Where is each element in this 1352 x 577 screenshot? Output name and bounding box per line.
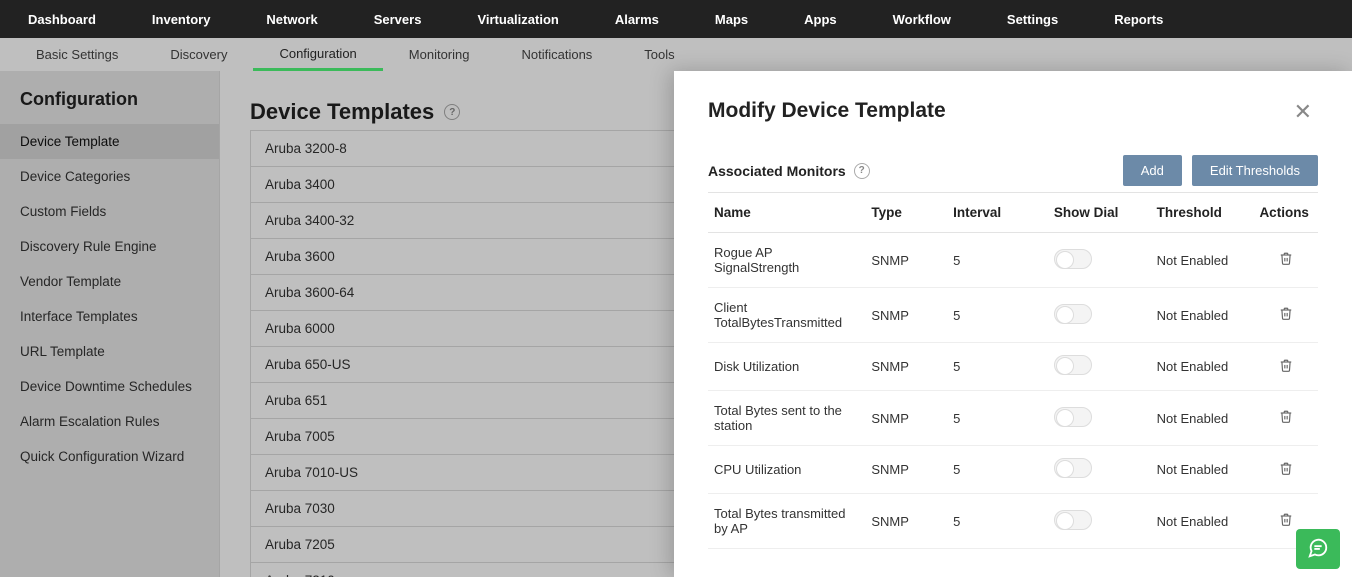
nav-reports[interactable]: Reports [1086,0,1191,38]
sidebar-item-discovery-rule-engine[interactable]: Discovery Rule Engine [0,229,219,264]
section-title-text: Associated Monitors [708,163,846,179]
associated-monitors-header: Associated Monitors ? Add Edit Threshold… [708,155,1318,186]
monitor-threshold: Not Enabled [1151,288,1254,343]
col-type: Type [865,193,947,233]
monitors-table: Name Type Interval Show Dial Threshold A… [708,192,1318,549]
sidebar-item-custom-fields[interactable]: Custom Fields [0,194,219,229]
subnav-notifications[interactable]: Notifications [495,38,618,71]
modify-device-template-panel: Modify Device Template ✕ Associated Moni… [674,71,1352,577]
table-row: Client TotalBytesTransmittedSNMP5 Not Ena… [708,288,1318,343]
panel-title: Modify Device Template [708,99,946,123]
monitor-threshold: Not Enabled [1151,494,1254,549]
chat-button[interactable] [1296,529,1340,569]
table-row: CPU UtilizationSNMP5 Not Enabled [708,446,1318,494]
help-icon[interactable]: ? [854,163,870,179]
show-dial-toggle[interactable] [1054,510,1092,530]
nav-inventory[interactable]: Inventory [124,0,239,38]
delete-icon[interactable] [1279,461,1293,476]
monitor-interval: 5 [947,288,1048,343]
sidebar-item-device-categories[interactable]: Device Categories [0,159,219,194]
monitor-name: Total Bytes transmitted by AP [708,494,865,549]
sidebar-item-device-template[interactable]: Device Template [0,124,219,159]
sidebar-item-vendor-template[interactable]: Vendor Template [0,264,219,299]
table-row: Rogue AP SignalStrengthSNMP5 Not Enabled [708,233,1318,288]
monitor-interval: 5 [947,494,1048,549]
sub-nav: Basic Settings Discovery Configuration M… [0,38,1352,71]
subnav-configuration[interactable]: Configuration [253,38,382,71]
col-threshold: Threshold [1151,193,1254,233]
table-row: Total Bytes sent to the stationSNMP5 Not … [708,391,1318,446]
delete-icon[interactable] [1279,251,1293,266]
monitor-type: SNMP [865,446,947,494]
col-actions: Actions [1253,193,1318,233]
nav-dashboard[interactable]: Dashboard [0,0,124,38]
edit-thresholds-button[interactable]: Edit Thresholds [1192,155,1318,186]
monitor-name: Rogue AP SignalStrength [708,233,865,288]
col-interval: Interval [947,193,1048,233]
monitor-type: SNMP [865,494,947,549]
sidebar-item-interface-templates[interactable]: Interface Templates [0,299,219,334]
monitor-type: SNMP [865,233,947,288]
subnav-tools[interactable]: Tools [618,38,700,71]
col-show-dial: Show Dial [1048,193,1151,233]
add-button[interactable]: Add [1123,155,1182,186]
show-dial-toggle[interactable] [1054,249,1092,269]
delete-icon[interactable] [1279,358,1293,373]
page-title-text: Device Templates [250,99,434,125]
monitor-interval: 5 [947,233,1048,288]
nav-settings[interactable]: Settings [979,0,1086,38]
monitor-interval: 5 [947,343,1048,391]
nav-alarms[interactable]: Alarms [587,0,687,38]
subnav-monitoring[interactable]: Monitoring [383,38,496,71]
monitor-interval: 5 [947,391,1048,446]
delete-icon[interactable] [1279,306,1293,321]
monitor-type: SNMP [865,391,947,446]
subnav-discovery[interactable]: Discovery [144,38,253,71]
monitor-threshold: Not Enabled [1151,343,1254,391]
show-dial-toggle[interactable] [1054,458,1092,478]
subnav-basic-settings[interactable]: Basic Settings [10,38,144,71]
monitor-name: Total Bytes sent to the station [708,391,865,446]
monitor-interval: 5 [947,446,1048,494]
table-row: Total Bytes transmitted by APSNMP5 Not En… [708,494,1318,549]
nav-network[interactable]: Network [238,0,345,38]
show-dial-toggle[interactable] [1054,304,1092,324]
panel-header: Modify Device Template ✕ [674,71,1352,137]
delete-icon[interactable] [1279,409,1293,424]
panel-body: Associated Monitors ? Add Edit Threshold… [674,137,1352,577]
nav-virtualization[interactable]: Virtualization [449,0,586,38]
chat-icon [1307,537,1329,562]
show-dial-toggle[interactable] [1054,355,1092,375]
col-name: Name [708,193,865,233]
monitor-threshold: Not Enabled [1151,391,1254,446]
monitor-type: SNMP [865,343,947,391]
sidebar-item-device-downtime-schedules[interactable]: Device Downtime Schedules [0,369,219,404]
config-sidebar: Configuration Device Template Device Cat… [0,71,220,577]
help-icon[interactable]: ? [444,104,460,120]
sidebar-item-quick-configuration-wizard[interactable]: Quick Configuration Wizard [0,439,219,474]
sidebar-menu: Device Template Device Categories Custom… [0,124,219,474]
close-icon[interactable]: ✕ [1288,99,1318,125]
associated-monitors-label: Associated Monitors ? [708,163,870,179]
delete-icon[interactable] [1279,512,1293,527]
monitor-name: CPU Utilization [708,446,865,494]
sidebar-title: Configuration [0,71,219,124]
monitor-threshold: Not Enabled [1151,233,1254,288]
top-nav: Dashboard Inventory Network Servers Virt… [0,0,1352,38]
show-dial-toggle[interactable] [1054,407,1092,427]
sidebar-item-url-template[interactable]: URL Template [0,334,219,369]
nav-servers[interactable]: Servers [346,0,450,38]
nav-workflow[interactable]: Workflow [865,0,979,38]
sidebar-item-alarm-escalation-rules[interactable]: Alarm Escalation Rules [0,404,219,439]
nav-apps[interactable]: Apps [776,0,865,38]
table-row: Disk UtilizationSNMP5 Not Enabled [708,343,1318,391]
nav-maps[interactable]: Maps [687,0,776,38]
monitor-threshold: Not Enabled [1151,446,1254,494]
monitor-name: Disk Utilization [708,343,865,391]
monitor-name: Client TotalBytesTransmitted [708,288,865,343]
monitor-type: SNMP [865,288,947,343]
